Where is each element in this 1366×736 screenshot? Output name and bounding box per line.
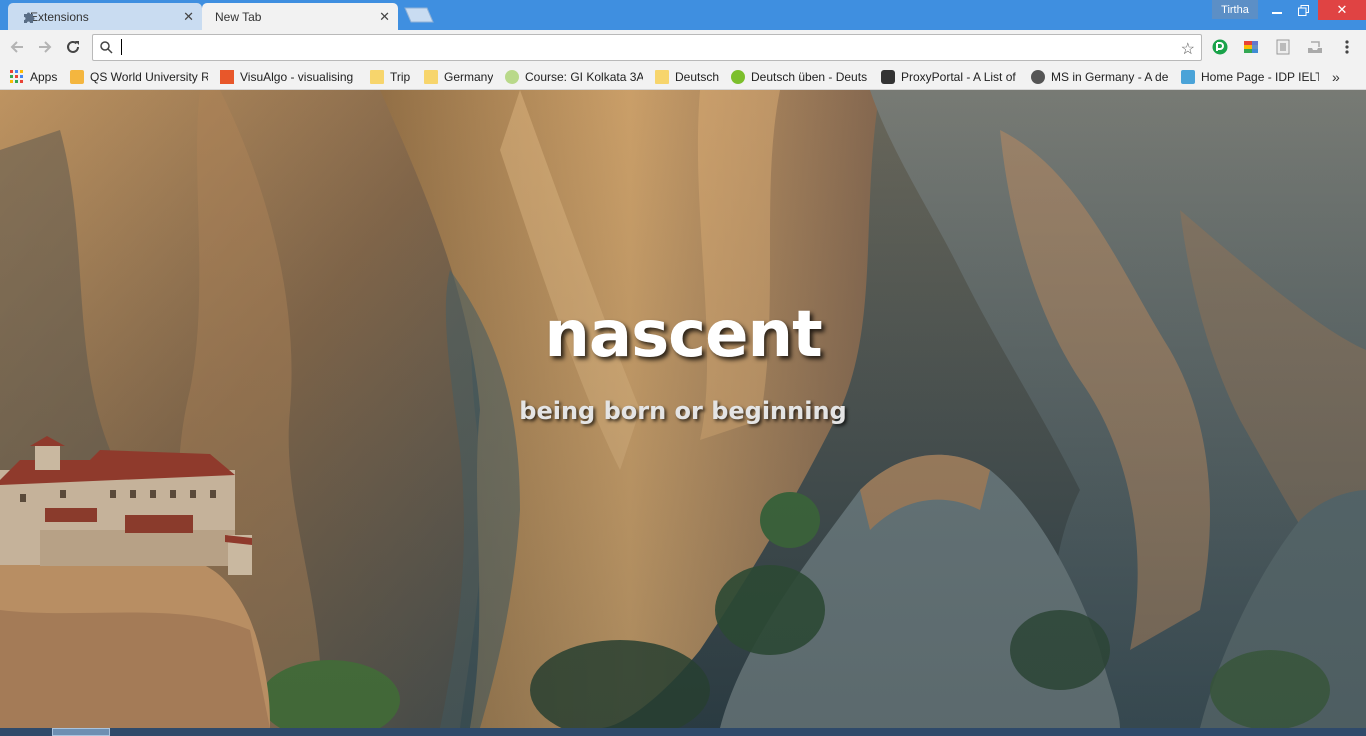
restore-icon[interactable] <box>1290 0 1316 20</box>
close-tab-icon[interactable]: ✕ <box>379 9 390 25</box>
kebab-menu-icon[interactable] <box>1340 38 1354 56</box>
extension-green-icon[interactable] <box>1211 38 1229 56</box>
bookmark-label: MS in Germany - A de <box>1051 70 1169 84</box>
deutsch-icon <box>731 70 745 84</box>
new-tab-button[interactable] <box>404 7 434 23</box>
taskbar <box>0 728 1366 736</box>
bookmark-apps[interactable]: Apps <box>10 68 57 86</box>
title-bar: Extensions ✕ New Tab ✕ Tirtha ✕ <box>0 0 1366 30</box>
apps-grid-icon <box>10 70 24 84</box>
bookmark-folder-germany[interactable]: Germany <box>424 68 493 86</box>
bookmarks-bar: Apps QS World University R VisuAlgo - vi… <box>0 64 1366 90</box>
tab-label: Extensions <box>30 9 89 24</box>
extension-page-icon[interactable] <box>1274 38 1292 56</box>
proxy-icon <box>881 70 895 84</box>
word-meaning: being born or beginning <box>519 397 847 425</box>
bookmark-label: QS World University R <box>90 70 208 84</box>
bookmark-label: Deutsch <box>675 70 720 84</box>
bookmark-idp-ielts[interactable]: Home Page - IDP IELT <box>1181 68 1319 86</box>
bookmark-course-gi-kolkata[interactable]: Course: GI Kolkata 3A <box>505 68 643 86</box>
bookmark-deutsch-ueben[interactable]: Deutsch üben - Deuts <box>731 68 869 86</box>
extension-inbox-icon[interactable] <box>1306 38 1324 56</box>
qs-icon <box>70 70 84 84</box>
close-tab-icon[interactable]: ✕ <box>183 9 194 25</box>
goethe-icon <box>505 70 519 84</box>
bookmark-folder-deutsch[interactable]: Deutsch <box>655 68 719 86</box>
back-icon[interactable] <box>6 36 28 58</box>
folder-icon <box>424 70 438 84</box>
ms-icon <box>1031 70 1045 84</box>
tab-label: New Tab <box>215 9 262 24</box>
tab-extensions[interactable]: Extensions ✕ <box>8 3 202 30</box>
extension-color-icon[interactable] <box>1242 38 1260 56</box>
bookmark-star-icon[interactable]: ☆ <box>1181 39 1195 59</box>
bookmark-label: Deutsch üben - Deuts <box>751 70 868 84</box>
word-of-the-day: nascent <box>544 298 822 372</box>
nus-icon <box>220 70 234 84</box>
new-tab-page: nascent being born or beginning <box>0 90 1366 728</box>
bookmark-proxyportal[interactable]: ProxyPortal - A List of <box>881 68 1019 86</box>
address-input[interactable] <box>119 37 1169 58</box>
bookmark-label: ProxyPortal - A List of <box>901 70 1016 84</box>
search-icon <box>100 41 113 59</box>
bookmark-label: Home Page - IDP IELT <box>1201 70 1319 84</box>
bookmark-ms-in-germany[interactable]: MS in Germany - A de <box>1031 68 1169 86</box>
reload-icon[interactable] <box>62 36 84 58</box>
idp-icon <box>1181 70 1195 84</box>
tab-new-tab[interactable]: New Tab ✕ <box>202 3 398 30</box>
toolbar: ☆ <box>0 30 1366 64</box>
bookmark-label: Germany <box>444 70 494 84</box>
bookmark-folder-trip[interactable]: Trip <box>370 68 410 86</box>
puzzle-icon <box>22 10 36 27</box>
bookmark-label: VisuAlgo - visualising <box>240 70 354 84</box>
profile-button[interactable]: Tirtha <box>1212 0 1258 19</box>
bookmark-qs-world-university[interactable]: QS World University R <box>70 68 208 86</box>
bookmark-visualgo[interactable]: VisuAlgo - visualising <box>220 68 356 86</box>
bookmark-label: Apps <box>30 70 58 84</box>
folder-icon <box>370 70 384 84</box>
more-bookmarks-icon[interactable]: » <box>1332 69 1340 85</box>
forward-icon[interactable] <box>34 36 56 58</box>
bookmark-label: Trip <box>390 70 411 84</box>
folder-icon <box>655 70 669 84</box>
bookmark-label: Course: GI Kolkata 3A <box>525 70 643 84</box>
address-bar[interactable]: ☆ <box>92 34 1202 61</box>
minimize-icon[interactable] <box>1264 0 1290 20</box>
close-window-icon[interactable]: ✕ <box>1318 0 1366 20</box>
taskbar-chrome-button[interactable] <box>52 728 110 736</box>
